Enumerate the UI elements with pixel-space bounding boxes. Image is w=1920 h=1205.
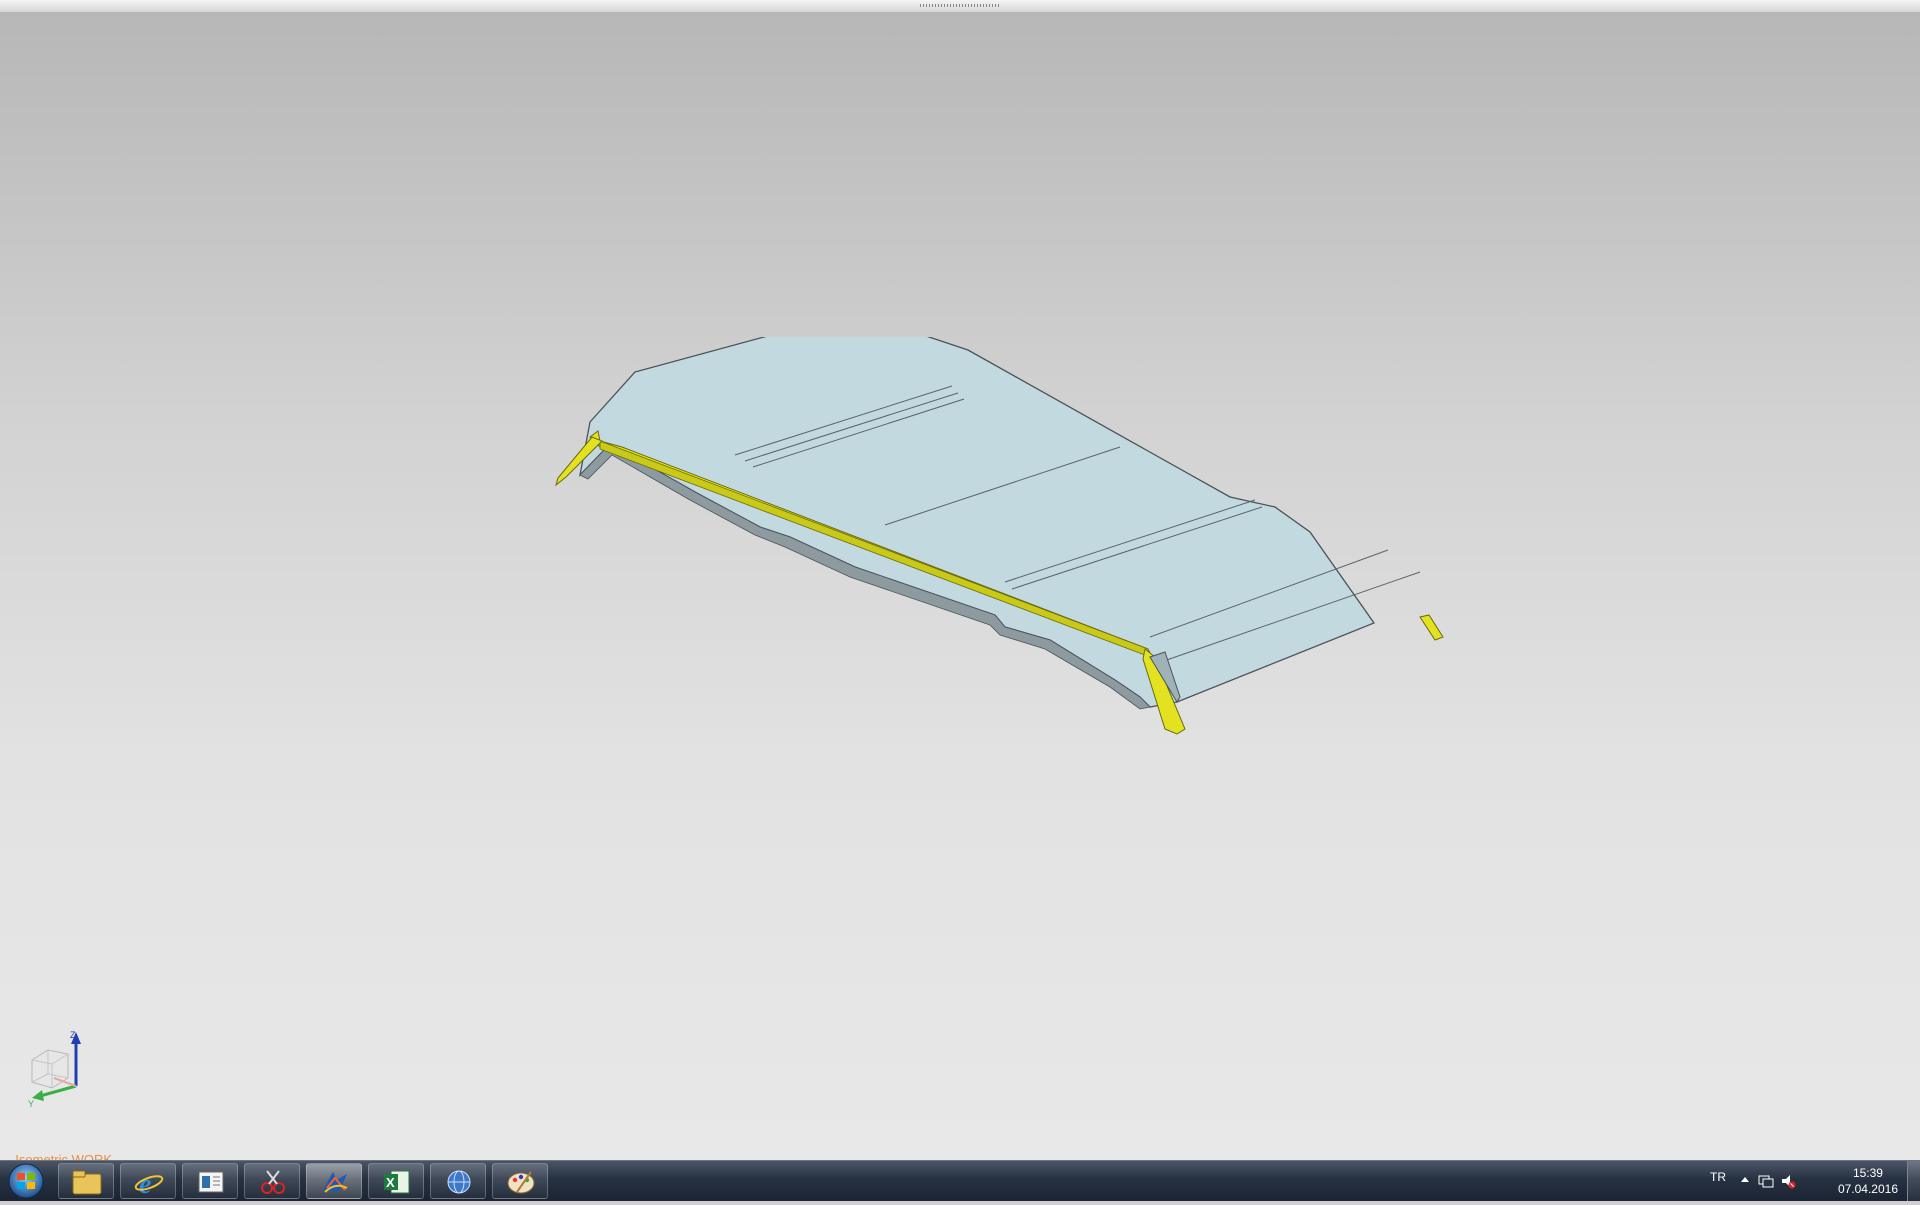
compass-triad[interactable]: Z Y xyxy=(24,1030,94,1110)
show-hidden-icons-icon[interactable] xyxy=(1740,1173,1750,1185)
taskbar-catia-button[interactable] xyxy=(306,1163,362,1199)
excel-icon: X xyxy=(384,1170,410,1194)
svg-text:X: X xyxy=(386,1175,395,1190)
window-icon xyxy=(198,1171,224,1193)
network-icon[interactable] xyxy=(1758,1173,1774,1189)
system-tray: TR 15:39 07.04.2016 xyxy=(1700,1161,1920,1201)
globe-icon xyxy=(447,1170,471,1194)
taskbar-ie-button[interactable]: e xyxy=(120,1163,176,1199)
taskbar-browser-button[interactable] xyxy=(430,1163,486,1199)
taskbar-excel-button[interactable]: X xyxy=(368,1163,424,1199)
taskbar-document-button[interactable] xyxy=(182,1163,238,1199)
frame-leg-rear-right xyxy=(1419,614,1444,641)
scissors-icon xyxy=(261,1170,285,1194)
clock-date: 07.04.2016 xyxy=(1837,1182,1898,1196)
taskbar-explorer-button[interactable] xyxy=(58,1163,114,1199)
ie-icon: e xyxy=(134,1169,164,1196)
clock[interactable]: 15:39 07.04.2016 xyxy=(1838,1165,1898,1197)
toolbar-grip[interactable] xyxy=(920,4,1000,7)
windows-taskbar: e X TR 15:39 07.04.2016 xyxy=(0,1160,1920,1201)
show-desktop-button[interactable] xyxy=(1907,1161,1920,1201)
z-axis-label: Z xyxy=(70,1030,76,1040)
taskbar-paint-button[interactable] xyxy=(492,1163,548,1199)
taskbar-snipping-button[interactable] xyxy=(244,1163,300,1199)
roof-model[interactable] xyxy=(540,337,1460,747)
volume-muted-icon[interactable] xyxy=(1780,1173,1796,1189)
windows-logo-icon xyxy=(17,1173,25,1180)
folder-icon xyxy=(72,1170,102,1195)
language-indicator[interactable]: TR xyxy=(1710,1170,1726,1184)
clock-time: 15:39 xyxy=(1852,1166,1883,1180)
y-axis-label: Y xyxy=(28,1099,34,1109)
start-button[interactable] xyxy=(2,1162,50,1200)
roof-panel xyxy=(578,337,1376,708)
3d-viewport[interactable]: Z Y _Isometric WORK xyxy=(0,12,1920,1167)
paint-icon xyxy=(507,1171,535,1194)
catia-icon xyxy=(323,1172,348,1193)
